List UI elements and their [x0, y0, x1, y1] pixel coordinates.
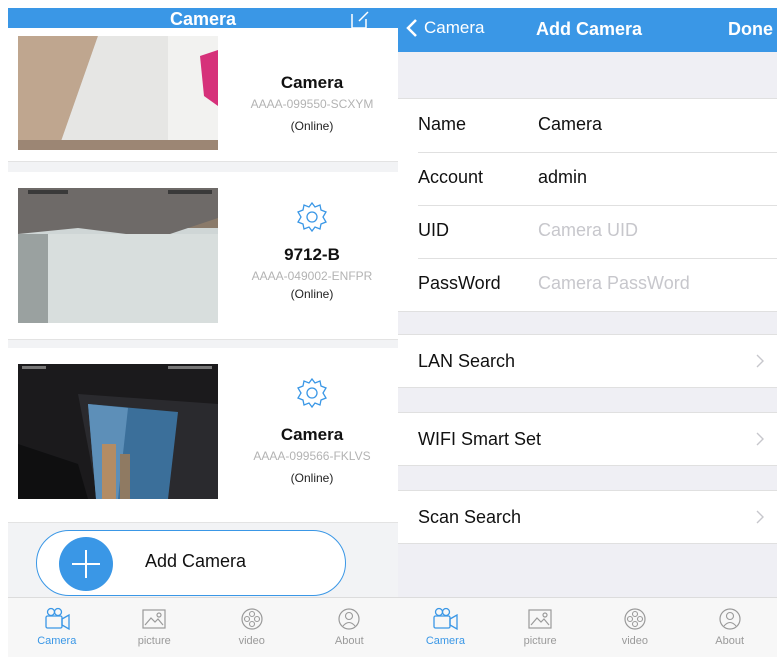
- camera-uid: AAAA-049002-ENFPR: [251, 269, 373, 283]
- camera-card[interactable]: Camera AAAA-099550-SCXYM (Online): [8, 28, 398, 162]
- tab-label: Camera: [425, 635, 465, 647]
- camera-name: Camera: [280, 73, 344, 92]
- uid-label: UID: [418, 220, 449, 240]
- password-row: PassWord: [398, 258, 777, 311]
- camera-form: Name Account UID PassWord: [398, 98, 777, 312]
- camera-info: 9712-B AAAA-049002-ENFPR (Online): [226, 200, 398, 302]
- tab-video[interactable]: video: [588, 598, 683, 657]
- film-reel-icon: [624, 608, 646, 630]
- account-row: Account: [398, 152, 777, 205]
- video-camera-icon: [433, 607, 459, 631]
- chevron-right-icon: [756, 510, 764, 524]
- header-bar: Camera Add Camera Done: [398, 8, 777, 52]
- gear-icon[interactable]: [295, 376, 329, 410]
- tab-label: picture: [137, 635, 171, 647]
- tab-label: About: [715, 635, 744, 647]
- chevron-left-icon: [406, 19, 417, 37]
- picture-icon: [142, 609, 166, 629]
- password-field[interactable]: [538, 273, 768, 294]
- wifi-smart-set-label: WIFI Smart Set: [418, 429, 542, 449]
- name-row: Name: [398, 99, 777, 152]
- tab-label: About: [334, 635, 364, 647]
- camera-name: 9712-B: [284, 245, 340, 264]
- lan-search-cell[interactable]: LAN Search: [398, 334, 777, 388]
- add-camera-label: Add Camera: [145, 551, 247, 571]
- chevron-right-icon: [756, 432, 764, 446]
- camera-uid: AAAA-099566-FKLVS: [253, 449, 371, 463]
- gear-icon[interactable]: [295, 200, 329, 234]
- uid-row: UID: [398, 205, 777, 258]
- camera-status: (Online): [290, 471, 334, 485]
- tab-label: picture: [523, 635, 557, 647]
- camera-card[interactable]: 9712-B AAAA-049002-ENFPR (Online): [8, 172, 398, 340]
- tab-picture[interactable]: picture: [106, 598, 204, 657]
- picture-icon: [528, 609, 552, 629]
- edit-icon[interactable]: [350, 10, 370, 30]
- tab-label: video: [238, 635, 265, 647]
- name-label: Name: [418, 114, 467, 134]
- scan-search-cell[interactable]: Scan Search: [398, 490, 777, 544]
- back-button[interactable]: Camera: [406, 18, 484, 38]
- back-label: Camera: [424, 18, 485, 37]
- camera-status: (Online): [290, 287, 334, 301]
- camera-thumbnail[interactable]: [18, 188, 218, 323]
- tab-label: video: [621, 635, 649, 647]
- camera-list-screen: Camera Camera AAAA-099550-SCXYM (Online)…: [8, 8, 398, 657]
- account-field[interactable]: [538, 167, 768, 188]
- tab-bar: Camera picture video About: [398, 597, 777, 657]
- camera-status: (Online): [290, 119, 334, 133]
- tab-video[interactable]: video: [203, 598, 301, 657]
- tab-camera[interactable]: Camera: [398, 598, 493, 657]
- tab-picture[interactable]: picture: [493, 598, 588, 657]
- account-label: Account: [418, 167, 484, 187]
- page-title: Camera: [169, 9, 237, 29]
- lan-search-label: LAN Search: [418, 351, 516, 371]
- wifi-smart-set-cell[interactable]: WIFI Smart Set: [398, 412, 777, 466]
- camera-name: Camera: [280, 425, 344, 444]
- camera-uid: AAAA-099550-SCXYM: [250, 97, 374, 111]
- done-button[interactable]: Done: [728, 19, 773, 40]
- password-label: PassWord: [418, 273, 501, 293]
- add-camera-screen: Camera Add Camera Done Name Account UID …: [398, 8, 777, 657]
- camera-card[interactable]: Camera AAAA-099566-FKLVS (Online): [8, 348, 398, 523]
- video-camera-icon: [45, 607, 70, 631]
- tab-about[interactable]: About: [301, 598, 399, 657]
- person-icon: [719, 608, 741, 630]
- scan-search-label: Scan Search: [418, 507, 522, 527]
- name-field[interactable]: [538, 114, 768, 135]
- person-icon: [338, 608, 360, 630]
- tab-camera[interactable]: Camera: [8, 598, 106, 657]
- film-reel-icon: [241, 608, 263, 630]
- chevron-right-icon: [756, 354, 764, 368]
- camera-info: Camera AAAA-099550-SCXYM (Online): [226, 72, 398, 134]
- plus-icon: [59, 537, 113, 591]
- uid-field[interactable]: [538, 220, 768, 241]
- camera-thumbnail[interactable]: [18, 364, 218, 499]
- camera-info: Camera AAAA-099566-FKLVS (Online): [226, 376, 398, 486]
- tab-label: Camera: [37, 635, 77, 647]
- page-title: Add Camera: [536, 19, 643, 39]
- tab-bar: Camera picture video About: [8, 597, 398, 657]
- tab-about[interactable]: About: [682, 598, 777, 657]
- camera-thumbnail[interactable]: [18, 36, 218, 150]
- add-camera-button[interactable]: Add Camera: [36, 530, 346, 596]
